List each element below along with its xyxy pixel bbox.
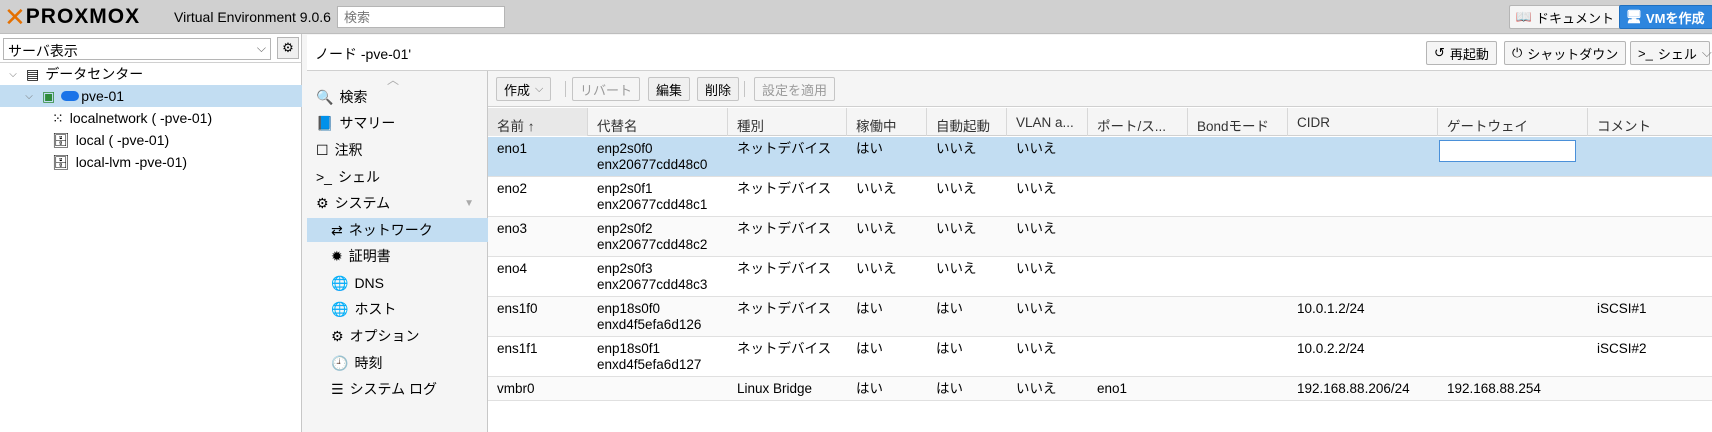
shutdown-button[interactable]: ⏻ シャットダウン — [1504, 41, 1627, 65]
create-vm-button[interactable]: 🖥 VMを作成 — [1619, 5, 1712, 29]
column-header-comment[interactable]: コメント — [1588, 108, 1712, 136]
create-button[interactable]: 作成 ⌵ — [496, 77, 552, 101]
column-header-cidr[interactable]: CIDR — [1288, 108, 1438, 136]
resource-tree-panel: サーバ表示 ⌵ ⚙ ⌵ ▤ データセンター ⌵ ▣ pve-01 ⁙ local… — [0, 34, 302, 432]
version-label: Virtual Environment 9.0.6 — [174, 9, 331, 25]
search-icon: 🔍 — [316, 88, 334, 105]
delete-button[interactable]: 削除 — [697, 77, 740, 101]
column-header-type[interactable]: 種別 — [728, 108, 847, 136]
nav-item-syslog[interactable]: ☰ システム ログ — [307, 377, 488, 401]
tree-item-localnetwork[interactable]: ⁙ localnetwork ( -pve-01) — [0, 107, 302, 129]
globe-icon: 🌐 — [331, 300, 349, 317]
redaction-mark — [61, 91, 80, 101]
nav-item-hosts[interactable]: 🌐 ホスト — [307, 297, 488, 321]
gear-button[interactable]: ⚙ — [277, 37, 299, 59]
list-icon: ☰ — [331, 380, 344, 397]
nav-item-search[interactable]: 🔍 検索 — [307, 85, 488, 109]
proxmox-logo: ✕ PROXMOX — [4, 2, 141, 32]
edit-button[interactable]: 編集 — [648, 77, 691, 101]
tree-item-node[interactable]: ⌵ ▣ pve-01 — [0, 85, 302, 107]
shell-button[interactable]: >_ シェル ⌵ — [1630, 41, 1712, 65]
resource-tree: ⌵ ▤ データセンター ⌵ ▣ pve-01 ⁙ localnetwork ( … — [0, 62, 302, 173]
note-icon: ☐ — [316, 141, 329, 158]
table-row[interactable]: ens1f1 enp18s0f1 enxd4f5efa6d127 ネットデバイス … — [488, 337, 1712, 377]
column-header-altname[interactable]: 代替名 — [588, 108, 728, 136]
power-icon: ⏻ — [1512, 45, 1523, 60]
column-header-ports[interactable]: ポート/ス... — [1088, 108, 1188, 136]
nav-item-network[interactable]: ⇄ ネットワーク — [307, 218, 488, 242]
cell-editor[interactable] — [1439, 140, 1576, 162]
storage-icon: 🗄 — [52, 153, 70, 170]
column-header-active[interactable]: 稼働中 — [847, 108, 927, 136]
network-toolbar: 作成 ⌵ リバート 編集 削除 設定を適用 — [488, 71, 1712, 107]
toolbar-separator — [565, 81, 566, 97]
table-header: 名前 ↑ 代替名 種別 稼働中 自動起動 VLAN a... ポート/ス... … — [488, 108, 1712, 136]
table-row[interactable]: vmbr0 Linux Bridge はい はい いいえ eno1 192.16… — [488, 377, 1712, 401]
tree-item-local-lvm[interactable]: 🗄 local-lvm -pve-01) — [0, 151, 302, 173]
nav-item-dns[interactable]: 🌐 DNS — [307, 271, 488, 295]
chevron-down-icon: ⌵ — [535, 82, 544, 95]
reboot-button[interactable]: ↺ 再起動 — [1426, 41, 1497, 65]
reboot-icon: ↺ — [1434, 45, 1445, 60]
nav-item-options[interactable]: ⚙ オプション — [307, 324, 488, 348]
node-online-icon: ▣ — [42, 87, 56, 104]
apply-config-button[interactable]: 設定を適用 — [754, 77, 836, 101]
column-header-autostart[interactable]: 自動起動 — [927, 108, 1007, 136]
storage-icon: 🗄 — [52, 131, 70, 148]
globe-icon: 🌐 — [331, 274, 349, 291]
nav-item-system[interactable]: ⚙ システム ▼ — [307, 191, 488, 215]
column-header-bond-mode[interactable]: Bondモード — [1188, 108, 1288, 136]
collapse-icon[interactable]: ⌵ — [22, 91, 36, 102]
node-nav-menu: ︿ 🔍 検索 📘 サマリー ☐ 注釈 >_ シェル ⚙ システム ▼ ⇄ ネットワーク ✹ 証… — [307, 71, 488, 432]
nav-item-notes[interactable]: ☐ 注釈 — [307, 138, 488, 162]
terminal-icon: >_ — [1638, 45, 1653, 61]
nav-item-certificates[interactable]: ✹ 証明書 — [307, 244, 488, 268]
search-input[interactable] — [337, 6, 505, 28]
collapse-icon[interactable]: ⌵ — [6, 69, 20, 80]
book-icon: 📘 — [316, 114, 334, 131]
book-icon: 📖 — [1515, 9, 1533, 24]
node-header: ノード -pve-01' ↺ 再起動 ⏻ シャットダウン >_ シェル ⌵ — [307, 35, 1712, 71]
view-selector[interactable]: サーバ表示 ⌵ — [3, 38, 271, 60]
monitor-icon: 🖥 — [1625, 9, 1643, 24]
table-row[interactable]: eno4 enp2s0f3 enx20677cdd48c3 ネットデバイス いいえ… — [488, 257, 1712, 297]
exchange-icon: ⇄ — [331, 221, 343, 238]
clock-icon: 🕘 — [331, 354, 349, 371]
gear-icon: ⚙ — [331, 327, 344, 344]
collapse-icon: ▼ — [464, 197, 474, 209]
column-header-name[interactable]: 名前 ↑ — [488, 108, 588, 136]
column-header-gateway[interactable]: ゲートウェイ — [1438, 108, 1588, 136]
toolbar-separator — [744, 81, 745, 97]
table-row[interactable]: ens1f0 enp18s0f0 enxd4f5efa6d126 ネットデバイス … — [488, 297, 1712, 337]
chevron-down-icon: ⌵ — [256, 41, 266, 55]
nav-item-time[interactable]: 🕘 時刻 — [307, 351, 488, 375]
table-row[interactable]: eno1 enp2s0f0 enx20677cdd48c0 ネットデバイス はい … — [488, 137, 1712, 177]
table-row[interactable]: eno2 enp2s0f1 enx20677cdd48c1 ネットデバイス いいえ… — [488, 177, 1712, 217]
terminal-icon: >_ — [316, 169, 332, 185]
top-bar: ✕ PROXMOX Virtual Environment 9.0.6 📖 ドキ… — [0, 0, 1712, 34]
certificate-icon: ✹ — [331, 247, 343, 264]
tree-item-datacenter[interactable]: ⌵ ▤ データセンター — [0, 63, 302, 85]
column-header-vlan-aware[interactable]: VLAN a... — [1007, 108, 1088, 136]
interfaces-table: eno1 enp2s0f0 enx20677cdd48c0 ネットデバイス はい … — [488, 137, 1712, 401]
cogs-icon: ⚙ — [316, 194, 329, 211]
grid-icon: ⁙ — [52, 109, 64, 126]
chevron-down-icon: ⌵ — [1701, 45, 1712, 60]
table-row[interactable]: eno3 enp2s0f2 enx20677cdd48c2 ネットデバイス いいえ… — [488, 217, 1712, 257]
server-rack-icon: ▤ — [26, 65, 40, 82]
network-panel: 作成 ⌵ リバート 編集 削除 設定を適用 名前 ↑ 代替名 種別 稼働中 自動… — [488, 71, 1712, 432]
nav-item-summary[interactable]: 📘 サマリー — [307, 111, 488, 135]
tree-item-local-storage[interactable]: 🗄 local ( -pve-01) — [0, 129, 302, 151]
revert-button[interactable]: リバート — [572, 77, 641, 101]
documentation-button[interactable]: 📖 ドキュメント — [1509, 5, 1623, 29]
nav-item-shell[interactable]: >_ シェル — [307, 165, 488, 189]
gear-icon: ⚙ — [282, 40, 294, 55]
page-title: ノード -pve-01' — [315, 46, 412, 62]
